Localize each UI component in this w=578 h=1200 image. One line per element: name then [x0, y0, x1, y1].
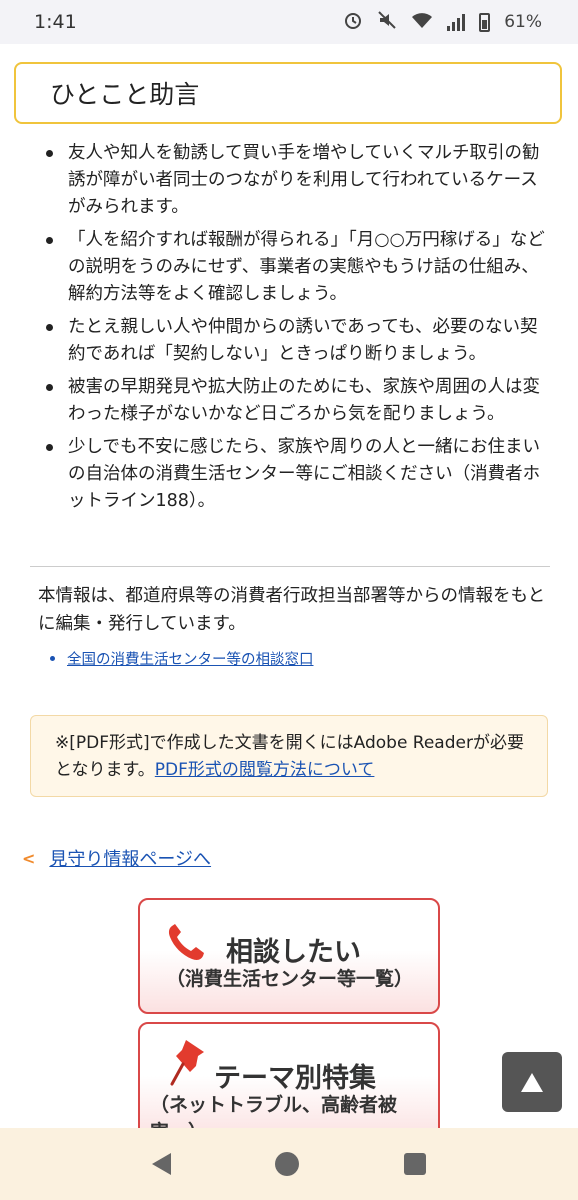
navigation-bar	[0, 1128, 578, 1200]
recents-nav-icon[interactable]	[403, 1153, 426, 1175]
back-to-monitoring-link[interactable]: < 見守り情報ページへ	[22, 845, 211, 871]
chevron-left-icon: <	[22, 848, 36, 868]
theme-feature-button[interactable]: テーマ別特集 （ネットトラブル、高齢者被害…）	[138, 1022, 440, 1143]
signal-icon	[447, 13, 466, 31]
status-bar: 1:41 61%	[0, 0, 578, 44]
battery-icon	[479, 12, 491, 32]
back-nav-icon[interactable]	[152, 1153, 172, 1175]
consult-button[interactable]: 相談したい （消費生活センター等一覧）	[138, 898, 440, 1014]
wifi-icon	[411, 11, 433, 34]
list-item: 被害の早期発見や拡大防止のためにも、家族や周囲の人は変わった様子がないかなど日ご…	[44, 374, 554, 428]
info-text: 本情報は、都道府県等の消費者行政担当部署等からの情報をもとに編集・発行しています…	[38, 586, 546, 634]
advice-heading: ひとこと助言	[50, 80, 200, 109]
battery-percent: 61%	[504, 12, 542, 32]
scroll-to-top-button[interactable]	[502, 1052, 562, 1112]
consult-centers-link[interactable]: 全国の消費生活センター等の相談窓口	[50, 648, 314, 669]
advice-heading-box: ひとこと助言	[14, 62, 562, 124]
back-link-label: 見守り情報ページへ	[49, 849, 212, 870]
arrow-up-icon	[521, 1072, 543, 1092]
advice-list: 友人や知人を勧誘して買い手を増やしていくマルチ取引の勧誘が障がい者同士のつながり…	[44, 140, 554, 521]
pdf-note: ※[PDF形式]で作成した文書を開くにはAdobe Readerが必要となります…	[30, 715, 548, 797]
alarm-icon	[343, 10, 363, 35]
bullet-dot	[50, 656, 55, 661]
list-item: たとえ親しい人や仲間からの誘いであっても、必要のない契約であれば「契約しない」と…	[44, 314, 554, 368]
list-item: 「人を紹介すれば報酬が得られる」「月○○万円稼げる」などの説明をうのみにせず、事…	[44, 227, 554, 308]
list-item: 少しでも不安に感じたら、家族や周りの人と一緒にお住まいの自治体の消費生活センター…	[44, 434, 554, 515]
list-item: 友人や知人を勧誘して買い手を増やしていくマルチ取引の勧誘が障がい者同士のつながり…	[44, 140, 554, 221]
divider	[30, 566, 550, 567]
mute-icon	[377, 10, 397, 35]
consult-button-subtitle: （消費生活センター等一覧）	[166, 968, 414, 990]
consult-centers-link-label: 全国の消費生活センター等の相談窓口	[67, 652, 314, 668]
status-time: 1:41	[34, 11, 77, 33]
pdf-viewing-link[interactable]: PDF形式の閲覧方法について	[155, 760, 375, 780]
home-nav-icon[interactable]	[275, 1152, 300, 1176]
phone-icon	[164, 920, 208, 968]
status-icons: 61%	[343, 10, 542, 35]
pushpin-icon	[168, 1038, 208, 1092]
